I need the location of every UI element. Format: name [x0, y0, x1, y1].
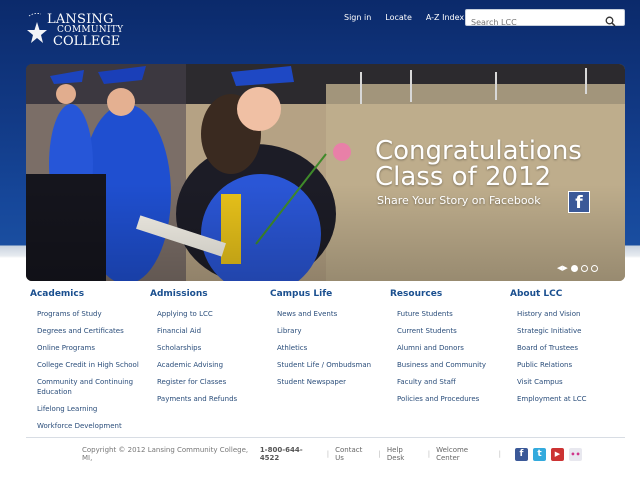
- footer-separator: |: [498, 450, 501, 458]
- column-about-lcc: About LCC History and Vision Strategic I…: [510, 289, 628, 411]
- column-link[interactable]: Strategic Initiative: [517, 326, 628, 336]
- column-link[interactable]: Register for Classes: [157, 377, 268, 387]
- facebook-icon[interactable]: f: [515, 447, 528, 461]
- social-links: f t ▶ ••: [515, 447, 582, 461]
- help-desk-link[interactable]: Help Desk: [387, 446, 422, 462]
- twitter-icon[interactable]: t: [533, 447, 546, 461]
- link-columns: Academics Programs of Study Degrees and …: [30, 289, 630, 434]
- footer-divider: [26, 437, 625, 438]
- copyright-text: Copyright © 2012 Lansing Community Colle…: [82, 446, 249, 462]
- column-link[interactable]: Academic Advising: [157, 360, 268, 370]
- column-heading[interactable]: About LCC: [510, 289, 628, 299]
- welcome-center-link[interactable]: Welcome Center: [436, 446, 493, 462]
- column-link[interactable]: Payments and Refunds: [157, 394, 268, 404]
- logo-line-1: LANSING: [47, 12, 114, 27]
- column-link[interactable]: Library: [277, 326, 388, 336]
- column-link[interactable]: Future Students: [397, 309, 508, 319]
- column-link[interactable]: Faculty and Staff: [397, 377, 508, 387]
- facebook-icon[interactable]: f: [568, 191, 590, 213]
- column-link[interactable]: Programs of Study: [37, 309, 148, 319]
- column-link[interactable]: Financial Aid: [157, 326, 268, 336]
- column-link[interactable]: Degrees and Certificates: [37, 326, 148, 336]
- locate-link[interactable]: Locate: [385, 13, 412, 22]
- slide-dot-3[interactable]: [590, 264, 598, 272]
- column-link[interactable]: Student Newspaper: [277, 377, 388, 387]
- column-link[interactable]: Workforce Development: [37, 421, 148, 431]
- sign-in-link[interactable]: Sign in: [344, 13, 371, 22]
- column-link[interactable]: Visit Campus: [517, 377, 628, 387]
- column-link[interactable]: Board of Trustees: [517, 343, 628, 353]
- footer-separator: |: [378, 450, 381, 458]
- phone-number: 1-800-644-4522: [259, 446, 303, 462]
- previous-slide-icon[interactable]: ◀▶: [557, 264, 568, 272]
- utility-nav: Sign in Locate A-Z Index: [344, 13, 478, 22]
- search-icon[interactable]: [605, 12, 616, 31]
- search-box: [465, 9, 625, 30]
- column-link[interactable]: Employment at LCC: [517, 394, 628, 404]
- hero-banner[interactable]: Congratulations Class of 2012 Share Your…: [26, 64, 625, 281]
- flickr-icon[interactable]: ••: [569, 447, 582, 461]
- slide-dot-2[interactable]: [580, 264, 588, 272]
- footer-separator: |: [326, 450, 330, 458]
- column-heading[interactable]: Resources: [390, 289, 508, 299]
- hero-title-line-2: Class of 2012: [375, 162, 552, 192]
- column-heading[interactable]: Admissions: [150, 289, 268, 299]
- slide-dot-1[interactable]: [570, 264, 578, 272]
- column-link[interactable]: Lifelong Learning: [37, 404, 148, 414]
- column-link[interactable]: Current Students: [397, 326, 508, 336]
- column-heading[interactable]: Campus Life: [270, 289, 388, 299]
- slider-controls: ◀▶: [557, 264, 598, 272]
- hero-subtitle: Share Your Story on Facebook: [377, 194, 541, 207]
- column-resources: Resources Future Students Current Studen…: [390, 289, 508, 411]
- column-link[interactable]: Public Relations: [517, 360, 628, 370]
- column-link[interactable]: College Credit in High School: [37, 360, 148, 370]
- column-link[interactable]: Online Programs: [37, 343, 148, 353]
- column-link[interactable]: Athletics: [277, 343, 388, 353]
- college-logo[interactable]: LANSING COMMUNITY COLLEGE: [25, 12, 135, 52]
- column-link[interactable]: Policies and Procedures: [397, 394, 508, 404]
- site-footer: Copyright © 2012 Lansing Community Colle…: [82, 446, 582, 462]
- contact-us-link[interactable]: Contact Us: [335, 446, 372, 462]
- column-link[interactable]: Student Life / Ombudsman: [277, 360, 388, 370]
- column-link[interactable]: Scholarships: [157, 343, 268, 353]
- hero-title-line-1: Congratulations: [375, 136, 582, 166]
- youtube-icon[interactable]: ▶: [551, 447, 564, 461]
- hero-title: Congratulations Class of 2012: [375, 138, 582, 190]
- logo-line-3: COLLEGE: [53, 34, 121, 49]
- column-link[interactable]: Business and Community: [397, 360, 508, 370]
- star-logo-icon: [27, 13, 47, 43]
- column-heading[interactable]: Academics: [30, 289, 148, 299]
- column-link[interactable]: Alumni and Donors: [397, 343, 508, 353]
- search-input[interactable]: [466, 15, 596, 30]
- a-z-index-link[interactable]: A-Z Index: [426, 13, 464, 22]
- column-link[interactable]: Community and Continuing Education: [37, 377, 148, 397]
- site-header: LANSING COMMUNITY COLLEGE Sign in Locate…: [0, 0, 640, 60]
- column-academics: Academics Programs of Study Degrees and …: [30, 289, 148, 438]
- column-link[interactable]: History and Vision: [517, 309, 628, 319]
- column-campus-life: Campus Life News and Events Library Athl…: [270, 289, 388, 394]
- column-link[interactable]: News and Events: [277, 309, 388, 319]
- column-link[interactable]: Applying to LCC: [157, 309, 268, 319]
- footer-separator: |: [427, 450, 431, 458]
- column-admissions: Admissions Applying to LCC Financial Aid…: [150, 289, 268, 411]
